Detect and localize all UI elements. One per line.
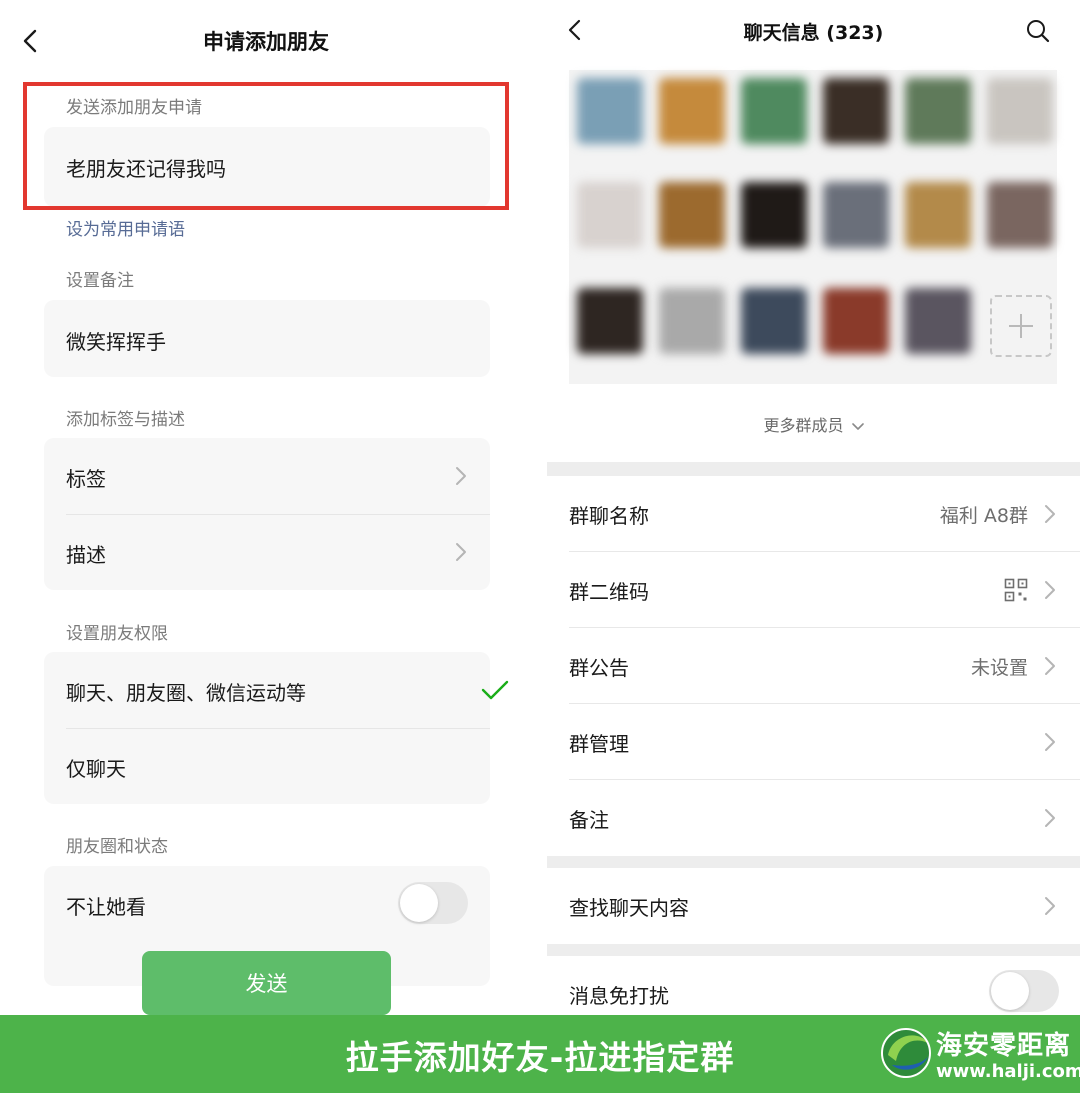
caption-banner: 拉手添加好友-拉进指定群 海安零距离 www.halji.com [0,1015,1080,1093]
member-avatar[interactable] [659,288,725,354]
row-label: 群管理 [569,732,629,756]
row-label: 群聊名称 [569,504,649,528]
chat-info-panel: 聊天信息 (323) 更多群成员 群聊名称 福利 A8群 群二维码 群公告 未设… [547,0,1080,1015]
permission-option-label: 仅聊天 [66,757,126,781]
member-avatar[interactable] [577,78,643,144]
chevron-right-icon [1045,897,1055,915]
desc-row-label: 描述 [66,543,106,567]
permission-section-label: 设置朋友权限 [66,624,168,644]
row-label: 查找聊天内容 [569,896,689,920]
group-qrcode-row[interactable]: 群二维码 [547,552,1080,628]
remark-section-label: 设置备注 [66,271,134,291]
row-label: 群公告 [569,656,629,680]
chevron-right-icon [1045,657,1055,675]
member-avatar[interactable] [987,182,1053,248]
member-avatar[interactable] [905,78,971,144]
remark-text: 微笑挥挥手 [66,330,166,354]
plus-icon [1009,314,1033,338]
more-members-link[interactable]: 更多群成员 [547,412,1080,436]
chevron-down-icon [851,423,864,430]
member-avatar[interactable] [905,182,971,248]
group-notice-value: 未设置 [970,657,1028,679]
member-avatar[interactable] [823,182,889,248]
section-gap [547,462,1080,476]
member-avatar[interactable] [987,78,1053,144]
tag-desc-card: 标签 描述 [44,438,490,590]
chevron-right-icon [1045,505,1055,523]
search-icon[interactable] [1025,18,1051,44]
permission-option-all[interactable]: 聊天、朋友圈、微信运动等 [44,652,509,728]
checkmark-icon [481,680,509,700]
chevron-right-icon [456,543,466,561]
member-avatar[interactable] [741,288,807,354]
permission-option-chat-only[interactable]: 仅聊天 [44,728,490,804]
member-avatar[interactable] [659,78,725,144]
permission-option-label: 聊天、朋友圈、微信运动等 [66,681,306,705]
permission-card: 聊天、朋友圈、微信运动等 仅聊天 [44,652,509,804]
chevron-right-icon [1045,581,1055,599]
group-name-row[interactable]: 群聊名称 福利 A8群 [547,476,1080,552]
toggle-knob [991,972,1029,1010]
group-name-value: 福利 A8群 [939,505,1028,527]
hide-from-her-label: 不让她看 [66,895,146,919]
search-history-row[interactable]: 查找聊天内容 [547,868,1080,944]
mute-row: 消息免打扰 [547,956,1080,1015]
add-member-button[interactable] [990,295,1052,357]
page-title: 申请添加朋友 [203,30,329,54]
chevron-right-icon [1045,809,1055,827]
remark-field[interactable]: 微笑挥挥手 [44,300,490,377]
section-gap [547,944,1080,956]
hide-from-her-toggle[interactable] [398,882,468,924]
group-manage-row[interactable]: 群管理 [547,704,1080,780]
tag-row[interactable]: 标签 [44,438,490,514]
moments-section-label: 朋友圈和状态 [66,837,168,857]
send-button[interactable]: 发送 [142,951,391,1015]
more-members-label: 更多群成员 [763,416,844,435]
chevron-right-icon [1045,733,1055,751]
tag-section-label: 添加标签与描述 [66,410,185,430]
section-gap [547,856,1080,868]
brand-logo-icon [881,1028,931,1078]
member-avatar[interactable] [659,182,725,248]
member-avatar[interactable] [741,182,807,248]
member-avatar[interactable] [577,182,643,248]
brand-url: www.halji.com [936,1061,1080,1082]
member-avatar[interactable] [905,288,971,354]
row-label: 群二维码 [569,580,649,604]
member-avatar-grid [569,70,1057,384]
toggle-knob [400,884,438,922]
remark-row[interactable]: 备注 [547,780,1080,856]
group-notice-row[interactable]: 群公告 未设置 [547,628,1080,704]
chevron-right-icon [456,467,466,485]
highlight-box [23,82,509,210]
add-friend-panel: 申请添加朋友 发送添加朋友申请 老朋友还记得我吗 设为常用申请语 设置备注 微笑… [0,0,540,1015]
mute-toggle[interactable] [989,970,1059,1012]
member-avatar[interactable] [823,78,889,144]
qrcode-icon [1004,578,1028,602]
set-common-phrase-link[interactable]: 设为常用申请语 [66,215,185,240]
desc-row[interactable]: 描述 [44,514,490,590]
member-avatar[interactable] [577,288,643,354]
row-label: 备注 [569,808,609,832]
member-avatar[interactable] [741,78,807,144]
brand-name: 海安零距离 [936,1031,1072,1061]
member-avatar[interactable] [823,288,889,354]
tag-row-label: 标签 [66,467,106,491]
page-title: 聊天信息 (323) [743,22,884,44]
row-label: 消息免打扰 [569,984,669,1008]
